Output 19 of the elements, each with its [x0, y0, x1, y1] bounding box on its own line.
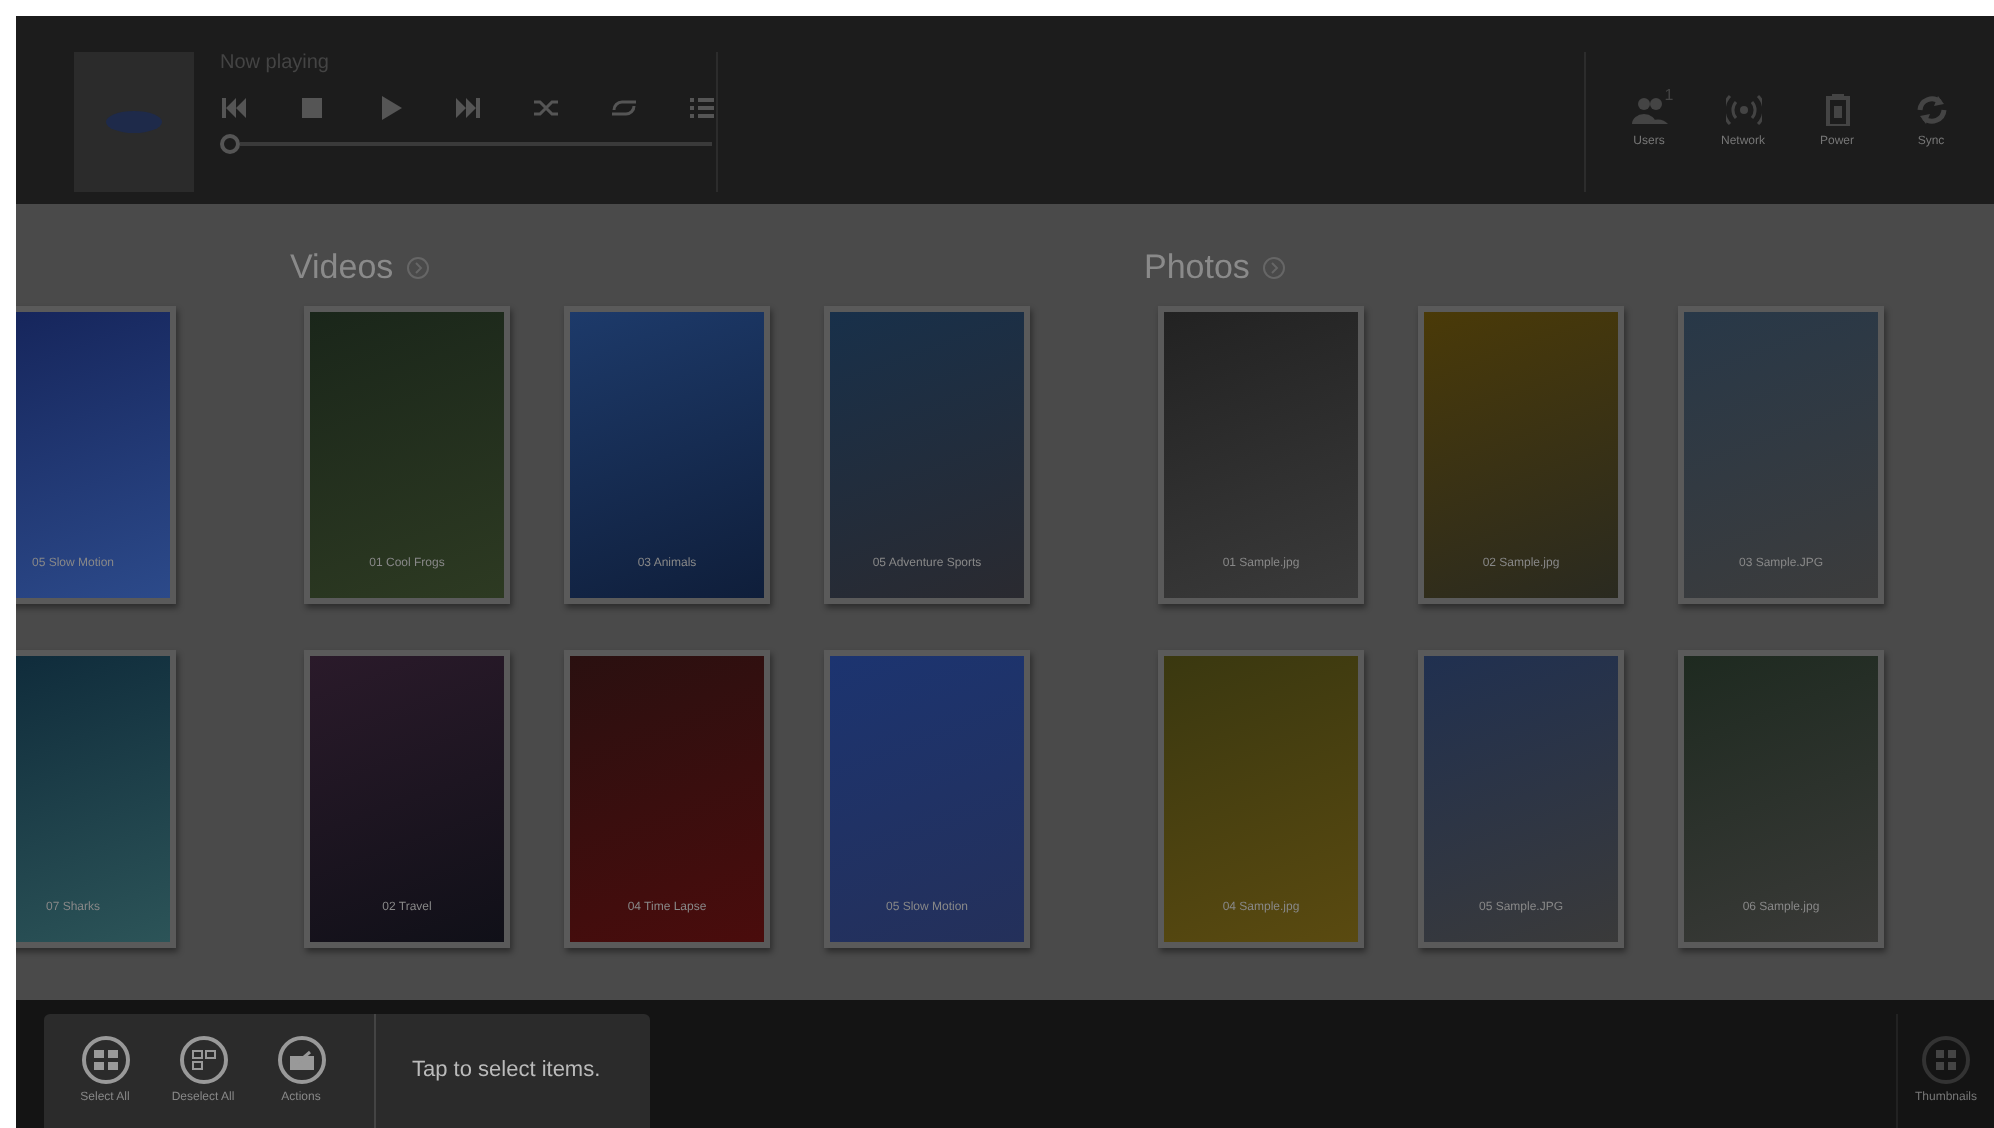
hint-text: Tap to select items.: [374, 1014, 601, 1128]
play-icon[interactable]: [376, 94, 404, 122]
chevron-circle-icon: [405, 256, 430, 280]
progress-thumb[interactable]: [220, 134, 240, 154]
section-heading[interactable]: Photos: [1144, 246, 1286, 290]
playlist-icon[interactable]: [688, 94, 716, 122]
deselect-all-icon: [191, 1050, 215, 1070]
share-icon: [289, 1050, 313, 1070]
select-all-icon: [93, 1050, 117, 1070]
chevron-circle-icon: [1261, 256, 1286, 280]
users-icon: [1631, 94, 1667, 126]
stop-icon[interactable]: [298, 94, 326, 122]
thumbnails-icon: [1936, 1049, 1956, 1069]
album-art-placeholder: [74, 52, 194, 192]
previous-icon[interactable]: [220, 94, 248, 122]
section-heading[interactable]: Videos: [290, 246, 430, 290]
next-icon[interactable]: [454, 94, 482, 122]
wireless-signal-icon: [1725, 94, 1761, 126]
sync-icon: [1913, 94, 1949, 126]
